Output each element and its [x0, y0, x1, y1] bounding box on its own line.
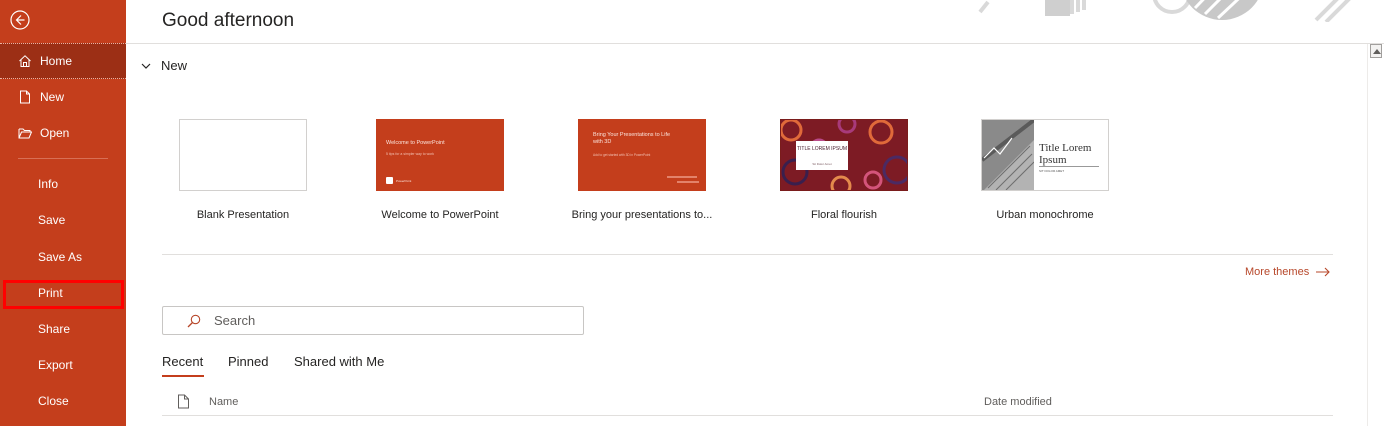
- sidebar-divider: [18, 158, 108, 159]
- template-thumbnail: [179, 119, 307, 191]
- column-header-date-modified[interactable]: Date modified: [984, 396, 1052, 408]
- template-thumbnail: TITLE LOREM IPSUM Sit Dolor Amet: [780, 119, 908, 191]
- file-list-header: Name Date modified: [162, 394, 1333, 416]
- sidebar-item-label: Close: [38, 394, 69, 408]
- thumb-divider: [1039, 166, 1099, 167]
- new-section-title: New: [161, 58, 188, 73]
- search-box[interactable]: [162, 306, 584, 335]
- tab-pinned[interactable]: Pinned: [228, 354, 268, 369]
- sidebar-item-info[interactable]: Info: [0, 166, 126, 202]
- column-header-name[interactable]: Name: [209, 396, 238, 408]
- sidebar-item-new[interactable]: New: [0, 79, 126, 115]
- sidebar-item-open[interactable]: Open: [0, 115, 126, 151]
- thumb-subtitle: Sit Dolor Amet: [812, 162, 832, 166]
- sidebar-item-label: Info: [38, 177, 59, 191]
- template-label: Urban monochrome: [996, 209, 1094, 221]
- print-highlight-box: [3, 280, 124, 309]
- back-arrow-circle-icon[interactable]: [9, 9, 31, 31]
- thumb-subtitle: 5 tips for a simpler way to work: [386, 152, 435, 156]
- template-label: Welcome to PowerPoint: [381, 209, 499, 221]
- chevron-down-icon: [141, 63, 151, 69]
- home-icon: [18, 54, 32, 68]
- new-section-toggle[interactable]: New: [140, 58, 187, 73]
- thumb-title: Welcome to PowerPoint: [386, 140, 445, 146]
- search-icon: [187, 314, 201, 327]
- urban-photo: [982, 120, 1034, 190]
- header-divider: [126, 43, 1384, 44]
- thumb-tag: PowerPoint: [396, 179, 412, 183]
- open-folder-icon: [18, 126, 33, 140]
- template-thumbnail: Title Lorem Ipsum SIT DOLOR AMET: [981, 119, 1109, 191]
- sidebar-item-home[interactable]: Home: [0, 43, 126, 79]
- file-type-icon: [178, 394, 189, 409]
- sidebar-item-save-as[interactable]: Save As: [0, 239, 126, 275]
- template-bring-presentations-3d[interactable]: Bring Your Presentations to Life with 3D…: [572, 119, 712, 229]
- floral-pattern: [781, 120, 907, 190]
- template-blank-presentation[interactable]: Blank Presentation: [179, 119, 307, 229]
- caret-up-icon: [1373, 49, 1381, 54]
- scroll-up-button[interactable]: [1370, 44, 1382, 58]
- sidebar-item-share[interactable]: Share: [0, 311, 126, 347]
- sidebar-item-label: New: [40, 90, 65, 104]
- sidebar-item-label: Share: [38, 322, 71, 336]
- sidebar-item-label: Save As: [38, 250, 83, 264]
- powerpoint-backstage: Home New Open Info Save Save As Print Sh…: [0, 0, 1384, 426]
- template-floral-flourish[interactable]: TITLE LOREM IPSUM Sit Dolor Amet Floral …: [780, 119, 908, 229]
- template-label: Floral flourish: [810, 209, 878, 221]
- sidebar-item-label: Export: [38, 358, 73, 372]
- sidebar-item-close[interactable]: Close: [0, 383, 126, 419]
- thumb-decoration: [677, 181, 699, 183]
- template-welcome-to-powerpoint[interactable]: Welcome to PowerPoint 5 tips for a simpl…: [376, 119, 504, 229]
- template-thumbnail: Bring Your Presentations to Life with 3D…: [578, 119, 706, 191]
- sidebar-item-save[interactable]: Save: [0, 202, 126, 238]
- template-label: Blank Presentation: [196, 209, 290, 221]
- search-input[interactable]: [214, 313, 544, 328]
- active-tab-indicator: [162, 375, 204, 377]
- thumb-title: TITLE LOREM IPSUM: [796, 146, 847, 152]
- thumb-subtitle: SIT DOLOR AMET: [1039, 169, 1065, 173]
- powerpoint-logo-icon: [386, 177, 393, 184]
- header-decoration: [960, 0, 1360, 22]
- tab-shared-with-me[interactable]: Shared with Me: [294, 354, 384, 369]
- thumb-subtitle: Add to get started with 3D in PowerPoint: [593, 153, 651, 157]
- page-title: Good afternoon: [162, 10, 295, 31]
- arrow-right-icon: [1316, 267, 1330, 277]
- more-themes-link[interactable]: More themes: [1245, 266, 1330, 278]
- template-urban-monochrome[interactable]: Title Lorem Ipsum SIT DOLOR AMET Urban m…: [981, 119, 1109, 229]
- template-label: Bring your presentations to...: [571, 209, 713, 221]
- sidebar-item-label: Open: [40, 126, 70, 140]
- more-themes-label: More themes: [1245, 266, 1310, 278]
- thumb-title: Bring Your Presentations to Life with 3D: [593, 132, 671, 145]
- sidebar: Home New Open Info Save Save As Print Sh…: [0, 0, 126, 426]
- thumb-title: Title Lorem Ipsum: [1039, 142, 1092, 166]
- sidebar-item-label: Save: [38, 213, 66, 227]
- thumb-decoration: [667, 176, 697, 178]
- sidebar-item-label: Home: [40, 54, 73, 68]
- sidebar-item-export[interactable]: Export: [0, 347, 126, 383]
- section-divider: [162, 254, 1333, 255]
- tab-recent[interactable]: Recent: [162, 354, 203, 369]
- template-thumbnail: Welcome to PowerPoint 5 tips for a simpl…: [376, 119, 504, 191]
- vertical-scrollbar[interactable]: [1367, 44, 1384, 426]
- new-document-icon: [18, 90, 32, 104]
